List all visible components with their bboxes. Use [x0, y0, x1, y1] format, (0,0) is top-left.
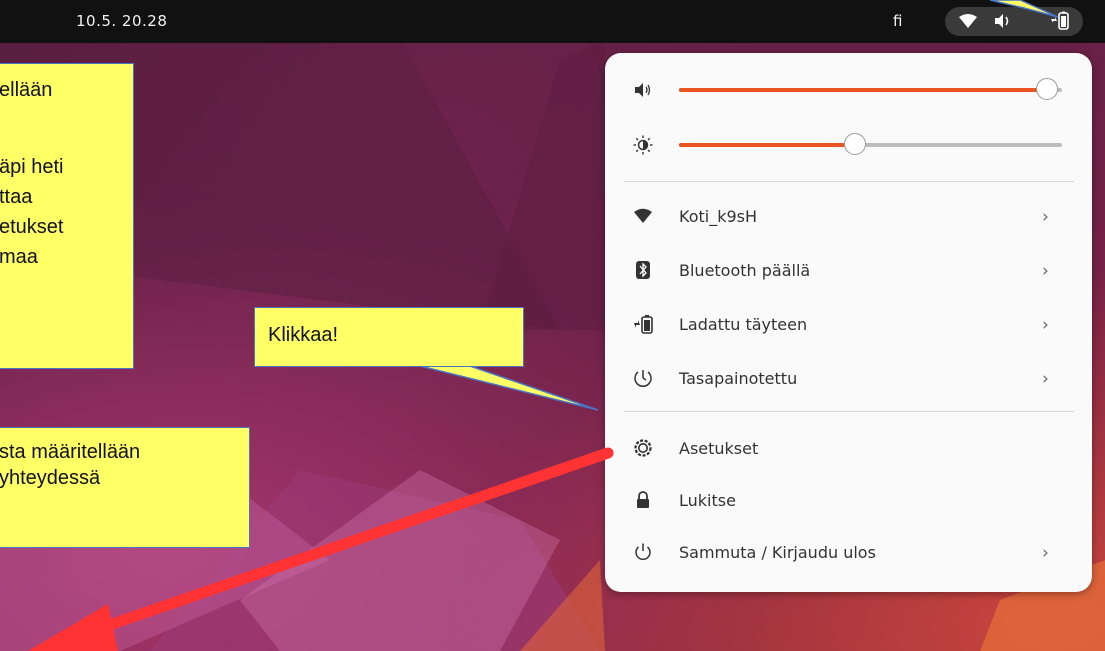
system-status-menu-button[interactable] [945, 7, 1083, 36]
klikkaa-callout: Klikkaa! [254, 307, 524, 367]
callout-text-line: sta määritellään [0, 441, 141, 463]
menu-item-bluetooth[interactable]: Bluetooth päällä › [605, 249, 1092, 293]
brightness-icon [633, 135, 653, 155]
power-mode-icon [634, 370, 652, 387]
menu-item-label: Asetukset [679, 439, 759, 458]
separator [624, 411, 1074, 412]
callout-text-line: etukset [0, 216, 64, 238]
chevron-right-icon: › [1042, 369, 1049, 389]
menu-item-power-mode[interactable]: Tasapainotettu › [605, 357, 1092, 401]
callout-text-line: maa [0, 246, 38, 268]
callout-text-line: ttaa [0, 186, 33, 208]
instruction-callout-middle: sta määritellään yhteydessä [0, 427, 250, 548]
callout-text-line: ellään [0, 79, 53, 101]
volume-slider-handle[interactable] [1035, 78, 1058, 100]
callout-text-line: yhteydessä [0, 467, 101, 489]
wifi-icon [634, 208, 652, 223]
lock-icon [637, 491, 649, 508]
volume-icon [995, 14, 1009, 28]
keyboard-language-indicator[interactable]: fi [893, 12, 902, 30]
battery-icon [1051, 11, 1069, 30]
menu-item-label: Tasapainotettu [679, 369, 798, 388]
menu-item-label: Koti_k9sH [679, 207, 758, 226]
power-icon [635, 543, 651, 561]
chevron-right-icon: › [1042, 543, 1049, 563]
volume-icon [635, 83, 651, 97]
brightness-slider-row [605, 130, 1092, 160]
callout-text-line: äpi heti [0, 156, 64, 178]
volume-slider-row [605, 75, 1092, 105]
menu-item-battery[interactable]: Ladattu täyteen › [605, 303, 1092, 347]
settings-gear-icon [634, 439, 652, 457]
separator [624, 181, 1074, 182]
bluetooth-icon [636, 261, 650, 279]
menu-item-settings[interactable]: Asetukset [605, 427, 1092, 471]
brightness-slider-handle[interactable] [844, 133, 867, 155]
instruction-callout-top: ellään äpi heti ttaa etukset maa [0, 63, 134, 369]
clock[interactable]: 10.5. 20.28 [76, 12, 167, 30]
chevron-right-icon: › [1042, 261, 1049, 281]
menu-item-label: Sammuta / Kirjaudu ulos [679, 543, 876, 562]
menu-item-label: Bluetooth päällä [679, 261, 811, 280]
quick-settings-panel: Koti_k9sH › Bluetooth päällä › Ladattu t… [605, 53, 1092, 592]
wifi-icon [959, 14, 977, 28]
menu-item-wifi[interactable]: Koti_k9sH › [605, 195, 1092, 239]
menu-item-label: Lukitse [679, 491, 736, 510]
menu-item-lock[interactable]: Lukitse [605, 479, 1092, 523]
chevron-right-icon: › [1042, 207, 1049, 227]
menu-item-label: Ladattu täyteen [679, 315, 808, 334]
battery-icon [634, 315, 653, 334]
brightness-slider[interactable] [679, 133, 1062, 155]
volume-slider[interactable] [679, 78, 1062, 100]
volume-slider-fill [679, 88, 1047, 92]
brightness-slider-fill [679, 143, 856, 147]
callout-text: Klikkaa! [268, 324, 339, 346]
top-bar: 10.5. 20.28 fi [0, 0, 1105, 43]
menu-item-power-off[interactable]: Sammuta / Kirjaudu ulos › [605, 531, 1092, 575]
chevron-right-icon: › [1042, 315, 1049, 335]
